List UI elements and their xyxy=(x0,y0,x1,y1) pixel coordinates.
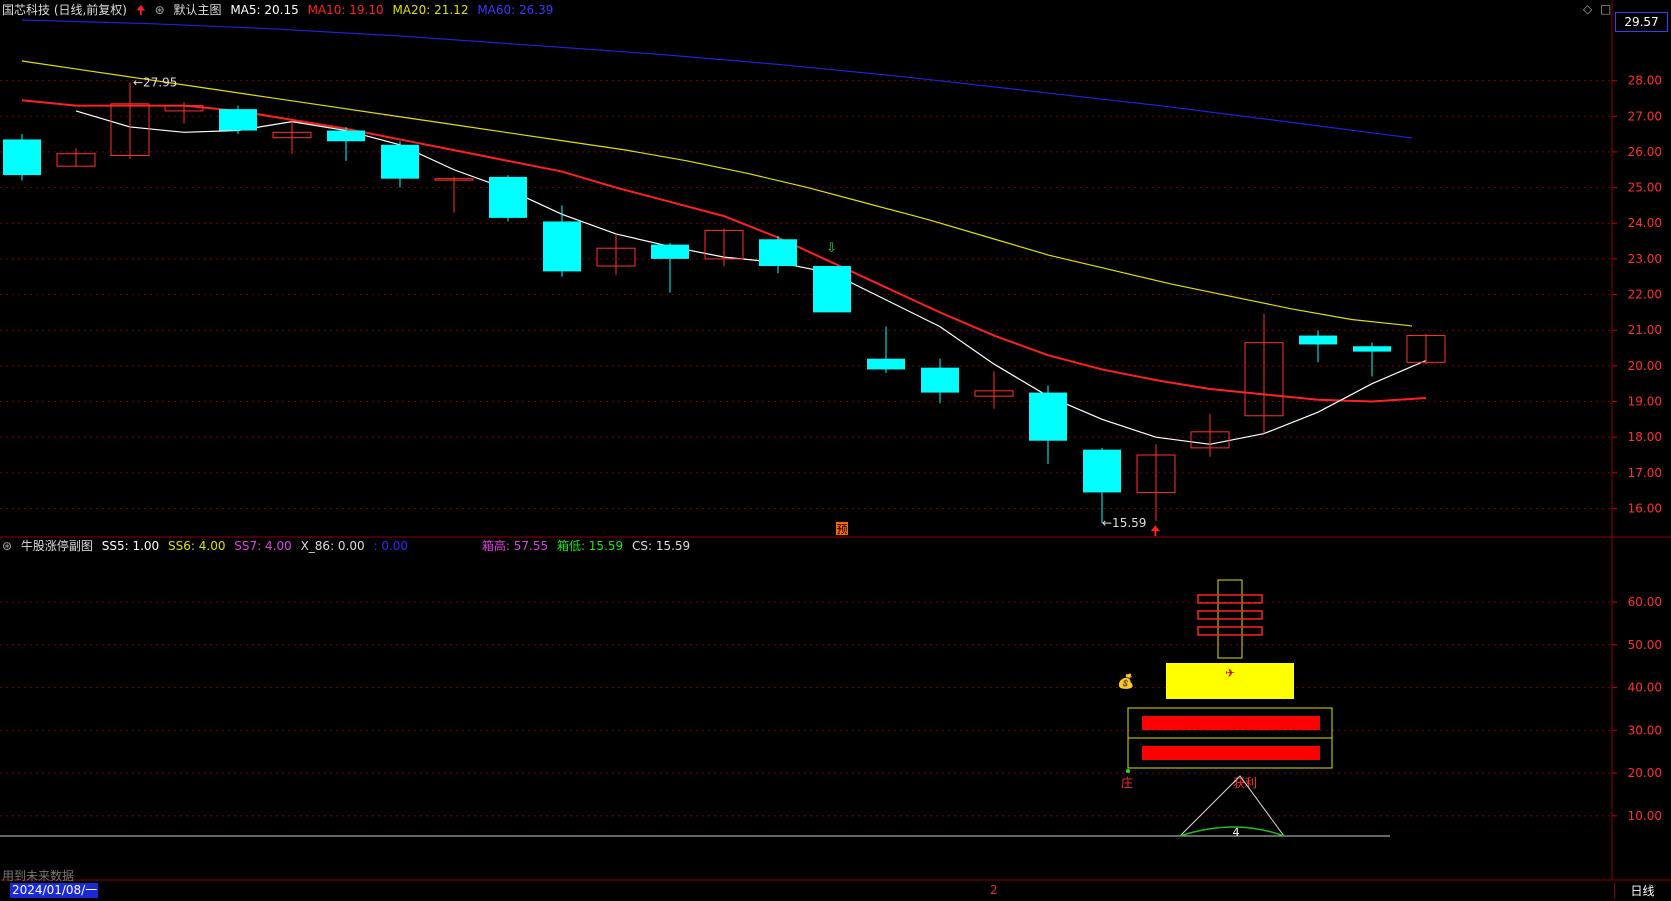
zhuang-label: 庄 xyxy=(1121,775,1133,790)
x86-value: X_86: 0.00 xyxy=(300,539,365,553)
candle-body-down xyxy=(651,244,689,259)
ma20-line xyxy=(21,60,1413,327)
up-arrow-icon: 🠉 xyxy=(135,3,146,17)
price-axis-label: 17.00 xyxy=(1628,466,1662,480)
red-bar-upper xyxy=(1142,716,1320,730)
future-data-note: 用到未来数据 xyxy=(2,869,75,883)
price-axis-label: 20.00 xyxy=(1628,359,1662,373)
price-axis-label: 19.00 xyxy=(1628,395,1662,409)
ss5-value: SS5: 1.00 xyxy=(101,539,160,553)
page-number[interactable]: 2 xyxy=(990,883,998,897)
candle-body-down xyxy=(3,139,41,176)
cursor-date: 2024/01/08/一 xyxy=(10,883,98,898)
ss7-value: SS7: 4.00 xyxy=(234,539,292,553)
high-price-marker: ←27.95 xyxy=(133,75,177,89)
signal-up-arrow-icon: 🠉 xyxy=(1150,524,1161,539)
price-axis-label: 24.00 xyxy=(1628,216,1662,230)
candle-body-down xyxy=(759,239,797,267)
candle-body-down xyxy=(381,144,419,179)
ma60-value: MA60: 26.39 xyxy=(477,3,554,17)
box-high-value: 箱高: 57.55 xyxy=(481,539,549,553)
sub-axis-label: 40.00 xyxy=(1628,681,1662,695)
zhuang-dot xyxy=(1126,769,1130,773)
ma10-value: MA10: 19.10 xyxy=(307,3,384,17)
forecast-badge: 预 xyxy=(837,523,848,536)
main-template-label[interactable]: 默认主图 xyxy=(173,3,221,17)
low-price-marker: ←15.59 xyxy=(1102,516,1146,530)
price-axis-label: 16.00 xyxy=(1628,501,1662,515)
sub-chart-header: ⊛ 牛股涨停副图 SS5: 1.00 SS6: 4.00 SS7: 4.00 X… xyxy=(2,538,695,554)
sub-axis-label: 30.00 xyxy=(1628,723,1662,737)
candle-body-down xyxy=(1299,335,1337,345)
ma5-line xyxy=(75,110,1427,445)
ma5-value: MA5: 20.15 xyxy=(230,3,299,17)
current-price-tag: 29.57 xyxy=(1615,12,1668,32)
stock-title[interactable]: 国芯科技 (日线,前复权) xyxy=(2,3,127,17)
tower-bar xyxy=(1197,610,1263,620)
diamond-icon[interactable]: ◇ xyxy=(1583,2,1592,16)
candle-body-down xyxy=(543,221,581,272)
collapse-circle-icon[interactable]: ⊛ xyxy=(2,539,12,553)
candle-body-down xyxy=(327,130,365,142)
candle-body-down xyxy=(921,367,959,393)
candle-body-down xyxy=(1083,449,1121,493)
sub-chart-title[interactable]: 牛股涨停副图 xyxy=(21,539,93,553)
square-icon[interactable]: □ xyxy=(1600,2,1611,16)
main-chart-header: 国芯科技 (日线,前复权) 🠉 ⊛ 默认主图 MA5: 20.15 MA10: … xyxy=(2,2,558,18)
sub-axis-label: 60.00 xyxy=(1628,595,1662,609)
price-axis-label: 22.00 xyxy=(1628,288,1662,302)
blank-value: : 0.00 xyxy=(373,539,409,553)
ma20-value: MA20: 21.12 xyxy=(392,3,469,17)
bird-icon: ✈ xyxy=(1225,666,1235,680)
price-axis-label: 28.00 xyxy=(1628,74,1662,88)
price-axis-label: 26.00 xyxy=(1628,145,1662,159)
ss6-value: SS6: 4.00 xyxy=(168,539,226,553)
candle-body-down xyxy=(813,266,851,313)
price-axis-label: 25.00 xyxy=(1628,181,1662,195)
candle-body-down xyxy=(219,109,257,131)
red-bar-lower xyxy=(1142,746,1320,760)
period-selector[interactable]: 日线 xyxy=(1614,883,1670,899)
box-low-value: 箱低: 15.59 xyxy=(556,539,624,553)
price-axis-label: 27.00 xyxy=(1628,109,1662,123)
chart-canvas[interactable]: 28.00 27.00 26.00 25.00 24.00 23.00 22.00 21.00… xyxy=(0,0,1671,901)
count-label: 4 xyxy=(1233,826,1240,839)
money-bag-icon: 💰 xyxy=(1117,673,1134,690)
price-axis-label: 23.00 xyxy=(1628,252,1662,266)
candle-body-down xyxy=(489,176,527,218)
tower-bar xyxy=(1197,626,1263,636)
candle-body-down xyxy=(1353,346,1391,352)
candle-body-down xyxy=(1029,392,1067,441)
sub-axis-label: 50.00 xyxy=(1628,638,1662,652)
sub-axis-label: 20.00 xyxy=(1628,766,1662,780)
cs-value: CS: 15.59 xyxy=(631,539,691,553)
dropdown-circle-icon[interactable]: ⊛ xyxy=(155,3,165,17)
sub-axis-label: 10.00 xyxy=(1628,809,1662,823)
buy-signal-down-arrow-icon: ⇩ xyxy=(826,241,837,256)
candle-body-down xyxy=(867,358,905,370)
price-axis-label: 18.00 xyxy=(1628,430,1662,444)
price-axis-label: 21.00 xyxy=(1628,323,1662,337)
